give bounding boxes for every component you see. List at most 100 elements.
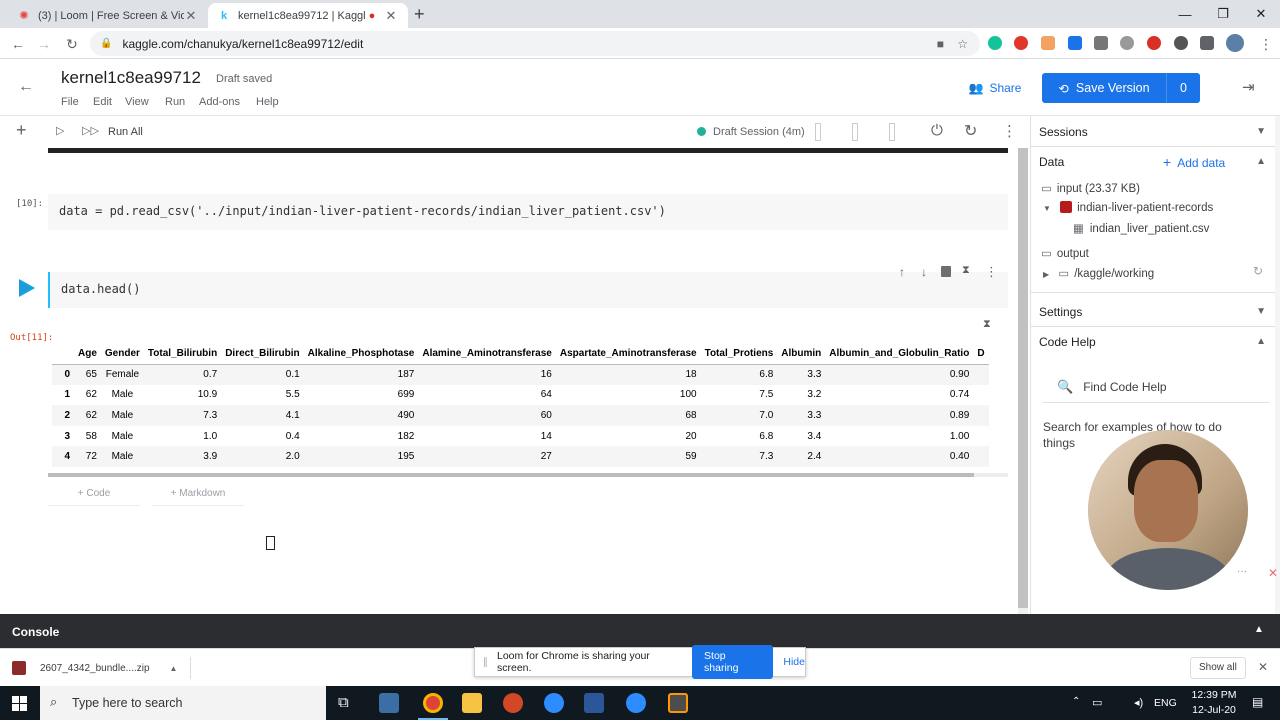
download-item[interactable]: 2607_4342_bundle....zip ▲ bbox=[12, 658, 177, 678]
output-folder[interactable]: ▭ output bbox=[1041, 246, 1089, 260]
forward-icon[interactable]: → bbox=[32, 32, 56, 56]
star-icon[interactable]: ☆ bbox=[957, 37, 968, 51]
collapse-icon[interactable]: ⧗ bbox=[962, 264, 970, 277]
taskbar-search-input[interactable]: ⌕ Type here to search bbox=[40, 686, 326, 720]
adblock-extension-icon[interactable] bbox=[1014, 36, 1028, 50]
tab-kaggle[interactable]: k kernel1c8ea99712 | Kaggle ● ✕ bbox=[208, 3, 408, 28]
add-data-button[interactable]: + Add data bbox=[1163, 154, 1225, 170]
tray-chevron-icon[interactable]: ⌃ bbox=[1072, 696, 1080, 707]
move-down-icon[interactable]: ↓ bbox=[921, 265, 927, 279]
back-icon[interactable]: ← bbox=[6, 32, 30, 56]
code-cell-read-csv[interactable]: data = pd.read_csv('../input/indian-live… bbox=[48, 194, 1008, 230]
version-count[interactable]: 0 bbox=[1166, 73, 1200, 103]
zoom-icon[interactable] bbox=[544, 693, 564, 713]
volume-icon[interactable]: ◂) bbox=[1134, 696, 1143, 709]
chevron-up-icon[interactable]: ▲ bbox=[170, 664, 178, 673]
chevron-up-icon[interactable]: ▲ bbox=[1256, 336, 1266, 347]
notebook-scrollbar[interactable] bbox=[1018, 148, 1028, 614]
add-cell-icon[interactable]: + bbox=[16, 120, 27, 141]
restart-icon[interactable]: ↻ bbox=[964, 121, 977, 141]
url-bar[interactable]: 🔒 kaggle.com/chanukya/kernel1c8ea99712/e… bbox=[90, 31, 980, 56]
notebook-title[interactable]: kernel1c8ea99712 bbox=[61, 68, 201, 88]
vue-extension-icon[interactable] bbox=[1068, 36, 1082, 50]
run-cell-button[interactable] bbox=[19, 279, 35, 297]
camera-icon[interactable]: ■ bbox=[937, 37, 944, 51]
session-status[interactable]: Draft Session (4m) bbox=[713, 126, 805, 138]
run-all-button[interactable]: Run All bbox=[108, 126, 143, 138]
menu-run[interactable]: Run bbox=[165, 96, 185, 108]
chevron-down-icon[interactable]: ▼ bbox=[1256, 126, 1266, 137]
collapse-output-icon[interactable]: ⧗ bbox=[983, 318, 991, 331]
show-all-button[interactable]: Show all bbox=[1190, 657, 1246, 679]
stop-sharing-button[interactable]: Stop sharing bbox=[692, 645, 774, 679]
sublime-icon[interactable] bbox=[668, 693, 688, 713]
extension-icon[interactable] bbox=[1094, 36, 1108, 50]
browser-menu-icon[interactable]: ⋮ bbox=[1254, 32, 1278, 56]
close-icon[interactable]: ✕ bbox=[384, 8, 398, 24]
sessions-header[interactable]: Sessions bbox=[1039, 125, 1088, 139]
close-window-button[interactable]: ✕ bbox=[1242, 0, 1280, 28]
close-icon[interactable]: ✕ bbox=[184, 8, 198, 24]
dataset-item[interactable]: ▼ indian-liver-patient-records bbox=[1043, 201, 1213, 214]
notifications-icon[interactable]: ▤ bbox=[1252, 695, 1263, 709]
app-icon[interactable] bbox=[379, 693, 399, 713]
menu-view[interactable]: View bbox=[125, 96, 149, 108]
scrollbar-thumb[interactable] bbox=[1018, 148, 1028, 608]
reload-icon[interactable]: ↻ bbox=[60, 32, 84, 56]
word-icon[interactable] bbox=[584, 693, 604, 713]
run-all-icon[interactable]: ▷▷ bbox=[82, 124, 99, 137]
hide-button[interactable]: Hide bbox=[783, 656, 805, 668]
menu-edit[interactable]: Edit bbox=[93, 96, 112, 108]
move-up-icon[interactable]: ↑ bbox=[899, 265, 905, 279]
find-code-help-input[interactable]: 🔍 Find Code Help bbox=[1043, 371, 1269, 403]
scrollbar-thumb[interactable] bbox=[48, 473, 974, 477]
windows-start-icon[interactable] bbox=[12, 696, 27, 711]
menu-help[interactable]: Help bbox=[256, 96, 279, 108]
drag-handle-icon[interactable]: ∥ bbox=[483, 657, 488, 668]
clock-date[interactable]: 12-Jul-20 bbox=[1188, 704, 1240, 716]
add-code-button[interactable]: + Code bbox=[48, 488, 140, 506]
webcam-bubble[interactable] bbox=[1088, 430, 1248, 590]
tab-loom[interactable]: ✺ (3) | Loom | Free Screen & Video ✕ bbox=[8, 3, 208, 28]
panel-scrollbar[interactable] bbox=[1275, 116, 1280, 614]
settings-header[interactable]: Settings bbox=[1039, 305, 1082, 319]
code-cell-head[interactable]: data.head() bbox=[48, 272, 1008, 308]
chevron-down-icon[interactable]: ▼ bbox=[1256, 306, 1266, 317]
menu-file[interactable]: File bbox=[61, 96, 79, 108]
console-bar[interactable]: Console ▲ bbox=[0, 614, 1280, 648]
add-markdown-button[interactable]: + Markdown bbox=[152, 488, 244, 506]
code-help-header[interactable]: Code Help bbox=[1039, 335, 1096, 349]
extension-icon[interactable] bbox=[1147, 36, 1161, 50]
data-header[interactable]: Data bbox=[1039, 155, 1064, 169]
more-options-icon[interactable]: ⋮ bbox=[1002, 122, 1017, 140]
network-icon[interactable]: ▭ bbox=[1092, 696, 1102, 709]
profile-avatar[interactable] bbox=[1226, 34, 1244, 52]
extension-icon[interactable] bbox=[1041, 36, 1055, 50]
new-tab-button[interactable]: + bbox=[414, 4, 425, 25]
file-explorer-icon[interactable] bbox=[462, 693, 482, 713]
delete-icon[interactable] bbox=[941, 266, 951, 277]
task-view-icon[interactable]: ⧉ bbox=[338, 694, 349, 711]
table-scrollbar[interactable] bbox=[48, 473, 1008, 477]
puzzle-icon[interactable] bbox=[1200, 36, 1214, 50]
grammarly-extension-icon[interactable] bbox=[988, 36, 1002, 50]
collapse-panel-icon[interactable]: ⇥ bbox=[1242, 78, 1255, 96]
chevron-up-icon[interactable]: ▲ bbox=[1254, 624, 1264, 635]
chrome-icon[interactable] bbox=[423, 693, 443, 713]
csv-file-item[interactable]: ▦ indian_liver_patient.csv bbox=[1073, 221, 1209, 235]
chevron-up-icon[interactable]: ▲ bbox=[1256, 156, 1266, 167]
input-folder[interactable]: ▭ input (23.37 KB) bbox=[1041, 181, 1140, 195]
close-icon[interactable]: ✕ bbox=[1258, 660, 1268, 674]
zoom-meeting-icon[interactable] bbox=[626, 693, 646, 713]
powerpoint-icon[interactable] bbox=[503, 693, 523, 713]
menu-addons[interactable]: Add-ons bbox=[199, 96, 240, 108]
working-folder[interactable]: ▶ ▭ /kaggle/working bbox=[1043, 266, 1154, 280]
save-version-button[interactable]: ⟲ Save Version bbox=[1042, 73, 1166, 103]
power-icon[interactable]: ⏻ bbox=[931, 122, 943, 139]
extension-icon[interactable] bbox=[1120, 36, 1134, 50]
close-icon[interactable]: ✕ bbox=[1268, 566, 1278, 580]
run-cell-icon[interactable]: ▷ bbox=[56, 124, 64, 137]
cell-menu-icon[interactable]: ⋮ bbox=[985, 264, 998, 280]
clock-time[interactable]: 12:39 PM bbox=[1188, 689, 1240, 701]
back-arrow-icon[interactable]: ← bbox=[18, 78, 34, 96]
